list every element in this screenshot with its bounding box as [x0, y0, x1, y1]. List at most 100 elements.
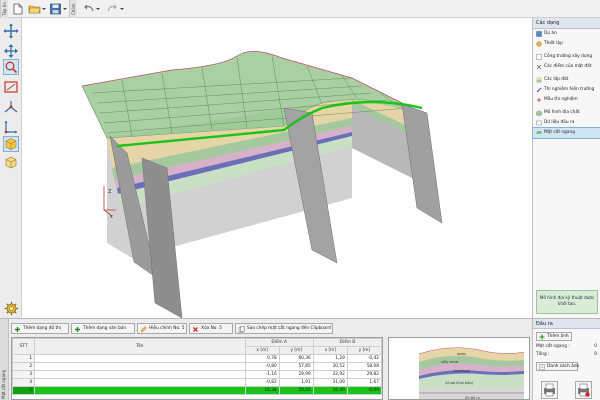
sidebar-item-project[interactable]: Dự án	[533, 29, 600, 39]
cell-name[interactable]	[34, 370, 246, 379]
model-3d-viewport[interactable]: Z x	[22, 18, 532, 318]
cell-name[interactable]	[34, 362, 246, 371]
printer-icon	[544, 383, 555, 397]
image-list-button[interactable]: Danh sách ảnh	[536, 362, 579, 371]
cell-a-x[interactable]: 0,78	[244, 354, 280, 363]
print-export-icon	[578, 383, 590, 397]
project-icon	[536, 31, 542, 37]
col-header-name: Tên	[34, 338, 246, 355]
bottom-frame-tab-label: Mặt cắt ngang	[1, 370, 6, 399]
cell-stt: 3	[11, 370, 36, 379]
cross-section-table[interactable]: STT Tên Điểm A Điểm B x [m] y [m] x [m] …	[11, 337, 383, 400]
cell-stt: 5	[11, 386, 36, 395]
cell-a-y[interactable]: 59,92	[278, 386, 314, 395]
cell-b-x[interactable]: 1,29	[312, 354, 348, 363]
sidebar-item-settings[interactable]: Thiết lập	[533, 39, 600, 49]
sidebar-item-soil-layers[interactable]: Các lớp đất	[533, 75, 600, 85]
bottom-input-area: Mặt cắt ngang Thêm dạng đồ thị Thêm dạng…	[0, 318, 600, 400]
save-dropdown-caret[interactable]	[63, 8, 67, 10]
cell-a-x[interactable]: -0,80	[244, 362, 280, 371]
add-text-icon	[74, 326, 81, 333]
settings-icon	[536, 41, 542, 47]
svg-text:x: x	[110, 214, 113, 220]
move-icon[interactable]	[3, 23, 19, 39]
cell-b-y[interactable]: -0,09	[346, 386, 383, 395]
open-dropdown-caret[interactable]	[42, 8, 46, 10]
redo-dropdown-caret[interactable]	[120, 8, 124, 10]
svg-text:Z: Z	[108, 189, 112, 195]
cell-b-y[interactable]: 1,67	[346, 378, 383, 387]
sidebar-item-cross-section[interactable]: Mặt cắt ngang	[532, 127, 600, 139]
table-row[interactable]: 4 -0,82 1,91 31,09 1,67	[11, 378, 383, 387]
save-icon[interactable]	[49, 3, 62, 15]
cell-b-y[interactable]: 29,82	[346, 370, 383, 379]
gear-icon[interactable]	[4, 301, 19, 316]
undo-icon[interactable]	[82, 3, 95, 15]
add-text-button[interactable]: Thêm dạng văn bản	[71, 323, 135, 334]
sidebar-item-label: Dữ liệu đầu ra	[544, 120, 575, 125]
undo-dropdown-caret[interactable]	[96, 8, 100, 10]
cell-name[interactable]	[34, 378, 246, 387]
cell-a-y[interactable]: 29,99	[278, 370, 314, 379]
sidebar-item-label: Công trường xây dựng	[544, 54, 593, 59]
col-header-point-b: Điểm B	[312, 338, 383, 347]
soil-layers-icon	[536, 77, 542, 83]
table-row[interactable]: 3 -1,16 29,99 32,92 29,82	[11, 370, 383, 379]
sidebar-item-geological-model[interactable]: Mô hình địa chất	[533, 108, 600, 118]
col-header-a-x: x [m]	[244, 346, 280, 355]
open-folder-icon[interactable]	[28, 3, 41, 15]
edit-menu-tab[interactable]: Chỉnh	[69, 0, 77, 18]
cell-name[interactable]	[34, 354, 246, 363]
cell-name[interactable]	[34, 386, 246, 395]
axes-xz-icon[interactable]	[3, 119, 19, 135]
delete-button[interactable]: Xóa No. 5	[189, 323, 233, 334]
cell-stt: 4	[11, 378, 36, 387]
sidebar-item-construction-site[interactable]: Công trường xây dựng	[533, 52, 600, 62]
cube-view-icon[interactable]	[3, 136, 19, 152]
cross-section-icon	[536, 130, 542, 136]
sidebar-item-output-data[interactable]: Dữ liệu đầu ra	[533, 118, 600, 128]
new-file-icon[interactable]	[11, 3, 24, 15]
pan-icon[interactable]	[3, 43, 19, 59]
cell-b-x[interactable]: 30,52	[312, 362, 348, 371]
cell-b-x[interactable]: 31,09	[312, 378, 348, 387]
cross-section-preview-drawing: loess silty sand claystone (chưa khai bá…	[418, 347, 525, 399]
cell-a-x[interactable]: -1,16	[244, 370, 280, 379]
sidebar-item-label: Các điểm của mặt đất	[544, 64, 592, 69]
rotate-axes-icon[interactable]	[3, 99, 19, 115]
sidebar-item-sample[interactable]: Mẫu thí nghiệm	[533, 95, 600, 105]
add-graphic-button[interactable]: Thêm dạng đồ thị	[11, 323, 69, 334]
copy-clipboard-label: Sao chép mặt cắt ngang đến Clipboard	[247, 326, 331, 331]
file-menu-tab[interactable]: Tệp tin	[0, 0, 8, 18]
cell-a-y[interactable]: 1,91	[278, 378, 314, 387]
table-row[interactable]: 1 0,78 60,36 1,29 -0,42	[11, 354, 383, 363]
cube-settings-icon[interactable]	[3, 155, 19, 171]
cell-a-y[interactable]: 57,85	[278, 362, 314, 371]
print-export-button[interactable]	[575, 381, 592, 399]
cell-b-x[interactable]: 32,92	[312, 370, 348, 379]
copy-clipboard-button[interactable]: Sao chép mặt cắt ngang đến Clipboard	[235, 323, 333, 334]
frames-panel-header: Các dạng	[533, 18, 600, 29]
bottom-frame-tab[interactable]: Mặt cắt ngang	[0, 319, 9, 400]
cell-a-x[interactable]: -0,82	[244, 378, 280, 387]
edit-button[interactable]: Hiệu chỉnh No. 5	[137, 323, 187, 334]
cell-b-y[interactable]: 58,08	[346, 362, 383, 371]
table-row[interactable]: 2 -0,80 57,85 30,52 58,08	[11, 362, 383, 371]
redo-icon[interactable]	[106, 3, 119, 15]
add-image-button[interactable]: Thêm ảnh	[536, 332, 572, 341]
sidebar-item-terrain-points[interactable]: Các điểm của mặt đất	[533, 62, 600, 72]
zoom-extents-icon[interactable]	[3, 79, 19, 95]
zoom-window-icon[interactable]	[3, 59, 19, 75]
output-data-icon	[536, 120, 542, 126]
total-count-label: Tổng :	[536, 352, 550, 357]
cross-section-preview[interactable]: loess silty sand claystone (chưa khai bá…	[388, 337, 530, 400]
cell-b-x[interactable]: 16,49	[312, 386, 348, 395]
table-row-selected[interactable]: 5 16,38 59,92 16,49 -0,09	[11, 386, 383, 395]
col-header-a-y: y [m]	[278, 346, 314, 355]
sidebar-item-field-test[interactable]: Thí nghiệm hiện trường	[533, 85, 600, 95]
cell-b-y[interactable]: -0,42	[346, 354, 383, 363]
print-button[interactable]	[541, 381, 558, 399]
cell-a-x[interactable]: 16,38	[244, 386, 280, 395]
cell-a-y[interactable]: 60,36	[278, 354, 314, 363]
cell-stt: 2	[11, 362, 36, 371]
